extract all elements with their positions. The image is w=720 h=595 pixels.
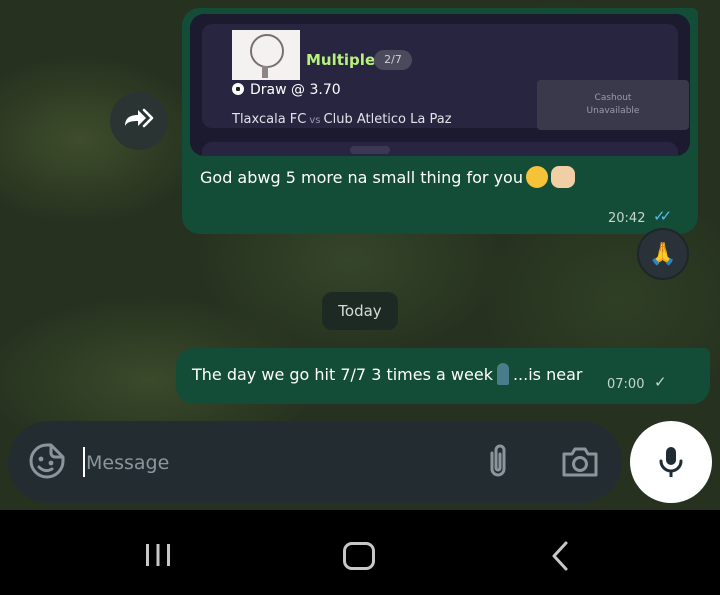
selection-label: Draw @ 3.70 xyxy=(232,82,341,98)
forward-button[interactable] xyxy=(110,92,168,150)
bet-type-label: Multiple xyxy=(306,51,376,69)
away-team: Club Atletico La Paz xyxy=(323,112,452,127)
paperclip-icon xyxy=(490,444,506,477)
message-composer xyxy=(8,421,622,503)
back-chevron-icon xyxy=(552,541,568,571)
message-text: The day we go hit 7/7 3 times a week ...i… xyxy=(192,363,583,385)
mic-icon xyxy=(659,447,683,477)
date-divider: Today xyxy=(322,292,398,330)
bet-slip-preview[interactable]: Multiple 2/7 Draw @ 3.70 Tlaxcala FC vs Cl… xyxy=(190,14,690,156)
system-navigation-bar xyxy=(0,510,720,595)
thumbnail-image xyxy=(232,30,300,80)
message-text: God abwg 5 more na small thing for you xyxy=(200,166,575,188)
selections-badge: 2/7 xyxy=(374,50,412,70)
statue-emoji xyxy=(496,363,509,385)
message-bubble-outgoing[interactable]: The day we go hit 7/7 3 times a week ...i… xyxy=(176,348,710,404)
home-button[interactable] xyxy=(343,542,375,570)
reaction-badge[interactable]: 🙏 xyxy=(637,228,689,280)
voice-record-button[interactable] xyxy=(630,421,712,503)
read-ticks-icon: ✓✓ xyxy=(653,207,672,225)
sneezing-face-emoji xyxy=(525,166,548,188)
message-time: 20:42 xyxy=(608,211,646,226)
sent-tick-icon: ✓ xyxy=(654,373,666,391)
vs-label: vs xyxy=(309,115,321,126)
bet-slip-card: Multiple 2/7 Draw @ 3.70 Tlaxcala FC vs Cl… xyxy=(202,24,689,130)
message-bubble-outgoing[interactable]: Multiple 2/7 Draw @ 3.70 Tlaxcala FC vs Cl… xyxy=(182,8,698,234)
palms-up-emoji xyxy=(550,166,575,188)
match-teams: Tlaxcala FC vs Club Atletico La Paz xyxy=(232,112,452,127)
sticker-button[interactable] xyxy=(28,442,66,480)
football-icon xyxy=(232,83,244,95)
camera-icon xyxy=(562,447,598,477)
message-input[interactable] xyxy=(84,445,468,481)
recent-apps-button[interactable] xyxy=(143,542,173,568)
message-time: 07:00 xyxy=(607,377,645,392)
bet-slip-card-next xyxy=(202,142,678,156)
back-button[interactable] xyxy=(548,540,572,572)
home-team: Tlaxcala FC xyxy=(232,112,307,127)
forward-icon xyxy=(122,106,156,137)
sticker-icon xyxy=(29,443,65,479)
attach-button[interactable] xyxy=(480,441,516,481)
recents-icon xyxy=(146,544,170,566)
camera-button[interactable] xyxy=(558,441,602,481)
cashout-button: Cashout Unavailable xyxy=(537,80,689,130)
